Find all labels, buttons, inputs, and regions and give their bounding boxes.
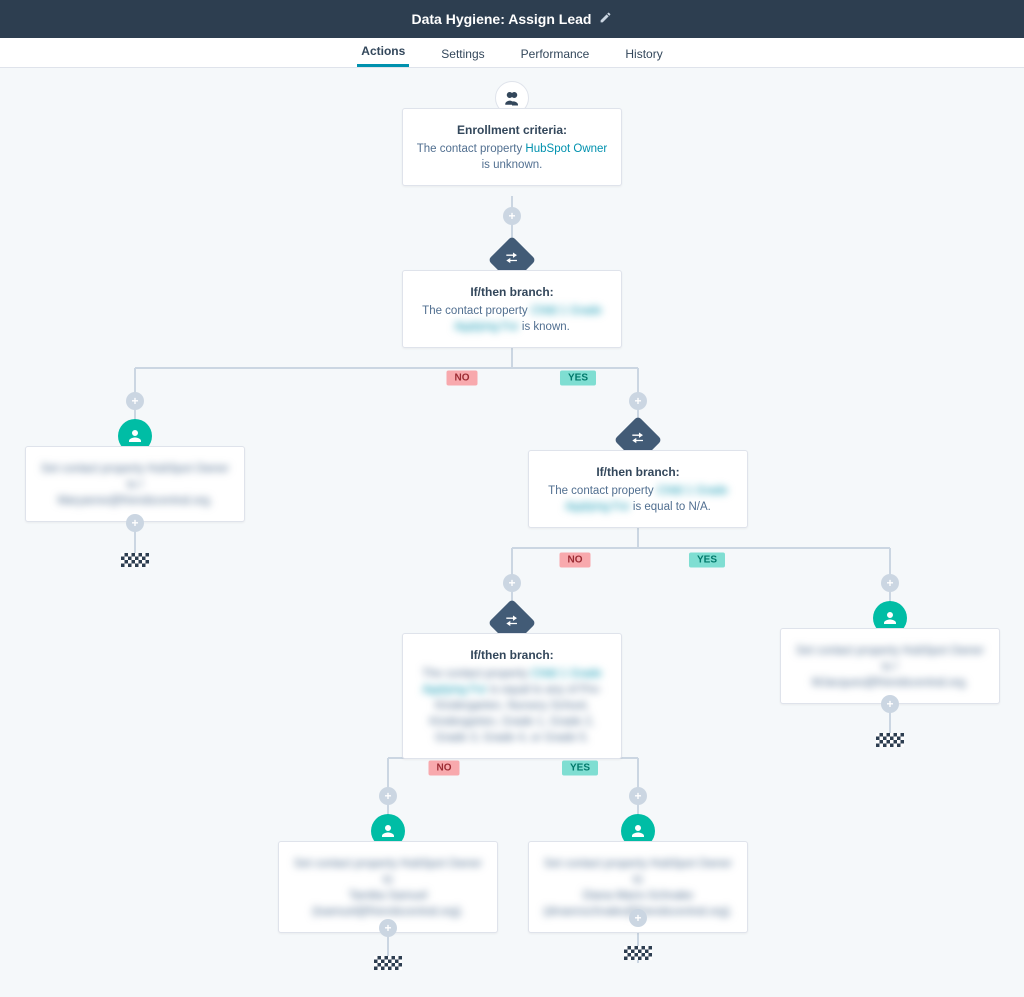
tab-bar: Actions Settings Performance History: [0, 38, 1024, 68]
branch1-body: The contact property Child 1 Grade Apply…: [413, 303, 611, 335]
branch1-card[interactable]: If/then branch: The contact property Chi…: [402, 270, 622, 348]
branch3-title: If/then branch:: [413, 648, 611, 662]
add-action-icon[interactable]: +: [126, 392, 144, 410]
end-flag-icon: [624, 946, 652, 960]
branch2-no-label: NO: [560, 553, 591, 568]
set-owner-right-body: Set contact property HubSpot Owner to / …: [791, 643, 989, 691]
end-flag-icon: [876, 733, 904, 747]
add-action-icon[interactable]: +: [881, 574, 899, 592]
page-header: Data Hygiene: Assign Lead: [0, 0, 1024, 38]
add-action-icon[interactable]: +: [503, 574, 521, 592]
branch3-yes-label: YES: [562, 761, 598, 776]
tab-actions[interactable]: Actions: [357, 44, 409, 67]
tab-history[interactable]: History: [621, 47, 666, 67]
branch2-body: The contact property Child 1 Grade Apply…: [539, 483, 737, 515]
pencil-icon[interactable]: [599, 11, 612, 27]
set-owner-left-card[interactable]: Set contact property HubSpot Owner to / …: [25, 446, 245, 522]
branch3-body: The contact property Child 1 Grade Apply…: [413, 666, 611, 746]
branch1-title: If/then branch:: [413, 285, 611, 299]
enrollment-card[interactable]: Enrollment criteria: The contact propert…: [402, 108, 622, 186]
branch2-yes-label: YES: [689, 553, 725, 568]
branch1-no-label: NO: [447, 371, 478, 386]
set-owner-bl-body: Set contact property HubSpot Owner to Ta…: [289, 856, 487, 920]
add-action-icon[interactable]: +: [379, 919, 397, 937]
enrollment-body: The contact property HubSpot Owner is un…: [413, 141, 611, 173]
end-flag-icon: [121, 553, 149, 567]
branch2-title: If/then branch:: [539, 465, 737, 479]
branch2-card[interactable]: If/then branch: The contact property Chi…: [528, 450, 748, 528]
tab-settings[interactable]: Settings: [437, 47, 488, 67]
set-owner-left-body: Set contact property HubSpot Owner to / …: [36, 461, 234, 509]
add-action-icon[interactable]: +: [126, 514, 144, 532]
add-action-icon[interactable]: +: [629, 787, 647, 805]
add-action-icon[interactable]: +: [629, 392, 647, 410]
tab-performance[interactable]: Performance: [517, 47, 594, 67]
set-owner-right-card[interactable]: Set contact property HubSpot Owner to / …: [780, 628, 1000, 704]
add-action-icon[interactable]: +: [379, 787, 397, 805]
branch3-no-label: NO: [429, 761, 460, 776]
add-action-icon[interactable]: +: [629, 909, 647, 927]
enrollment-title: Enrollment criteria:: [413, 123, 611, 137]
add-action-icon[interactable]: +: [503, 207, 521, 225]
workflow-canvas[interactable]: Enrollment criteria: The contact propert…: [0, 68, 1024, 997]
end-flag-icon: [374, 956, 402, 970]
workflow-title: Data Hygiene: Assign Lead: [412, 11, 592, 27]
add-action-icon[interactable]: +: [881, 695, 899, 713]
branch3-card[interactable]: If/then branch: The contact property Chi…: [402, 633, 622, 759]
branch1-yes-label: YES: [560, 371, 596, 386]
